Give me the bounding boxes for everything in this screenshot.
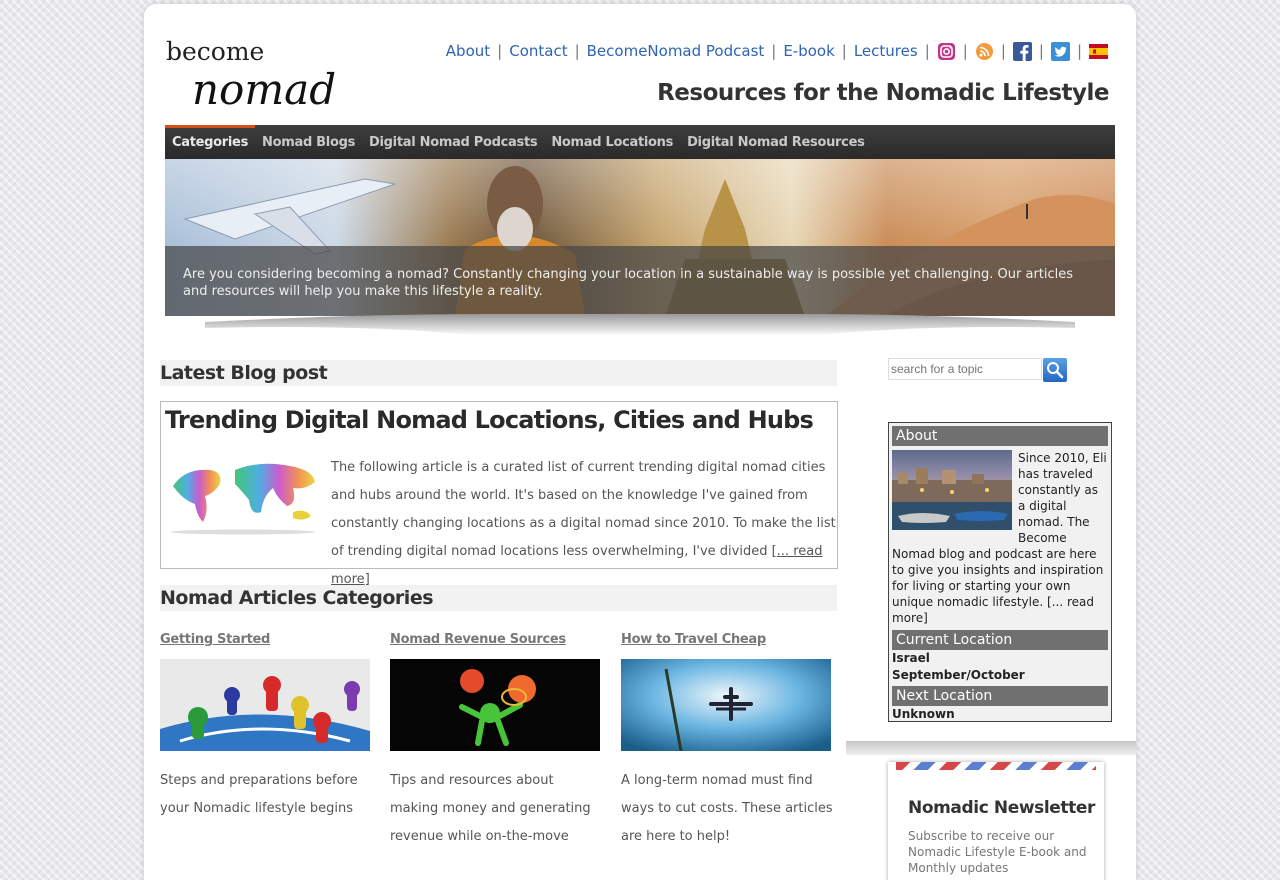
nav-separator: | (1000, 42, 1006, 60)
newsletter-title: Nomadic Newsletter (908, 798, 1095, 818)
search-input[interactable] (888, 358, 1042, 380)
newsletter-widget: Nomadic Newsletter Subscribe to receive … (888, 762, 1104, 880)
category-title-link[interactable]: How to Travel Cheap (621, 632, 833, 654)
nav-ebook-link[interactable]: E-book (783, 42, 834, 60)
sidebar-about-heading: About (892, 426, 1108, 446)
category-description: Steps and preparations before your Nomad… (160, 773, 358, 816)
current-location-place: Israel (892, 651, 930, 665)
nav-about-link[interactable]: About (446, 42, 490, 60)
menu-item-digital-nomad-resources[interactable]: Digital Nomad Resources (680, 125, 871, 159)
nav-lectures-link[interactable]: Lectures (854, 42, 918, 60)
search-button[interactable] (1043, 358, 1067, 382)
nav-separator: | (1038, 42, 1044, 60)
sidebar-current-location-heading: Current Location (892, 630, 1108, 650)
hero-banner: Are you considering becoming a nomad? Co… (165, 159, 1115, 316)
world-map-image[interactable] (165, 456, 320, 536)
nav-separator: | (841, 42, 847, 60)
nav-separator: | (574, 42, 580, 60)
nav-podcast-link[interactable]: BecomeNomad Podcast (587, 42, 765, 60)
category-thumbnail-board-game[interactable] (160, 659, 370, 751)
instagram-icon[interactable] (937, 42, 956, 61)
newsletter-text: Subscribe to receive our Nomadic Lifesty… (908, 829, 1087, 875)
category-thumbnail-airplane-sky[interactable] (621, 659, 831, 751)
nav-separator: | (771, 42, 777, 60)
nav-separator: | (924, 42, 930, 60)
latest-post-excerpt-text: The following article is a curated list … (331, 460, 836, 559)
current-location-time: September/October (892, 668, 1025, 682)
latest-post-title[interactable]: Trending Digital Nomad Locations, Cities… (165, 406, 814, 434)
banner-caption: Are you considering becoming a nomad? Co… (165, 246, 1115, 316)
category-description: Tips and resources about making money an… (390, 773, 591, 844)
nav-contact-link[interactable]: Contact (509, 42, 567, 60)
menu-item-digital-nomad-podcasts[interactable]: Digital Nomad Podcasts (362, 125, 544, 159)
sidebar-about-close: ] (923, 611, 928, 625)
menu-item-categories[interactable]: Categories (165, 125, 256, 159)
top-navigation: About | Contact | BecomeNomad Podcast | … (446, 38, 1108, 64)
search-box (888, 358, 1068, 382)
airmail-stripe (896, 762, 1096, 770)
menu-item-nomad-blogs[interactable]: Nomad Blogs (255, 125, 362, 159)
main-menu: Categories Nomad Blogs Digital Nomad Pod… (165, 125, 1115, 159)
menu-item-nomad-locations[interactable]: Nomad Locations (544, 125, 680, 159)
category-card-nomad-revenue-sources: Nomad Revenue Sources Tips and resources… (390, 632, 602, 851)
latest-post-card: Trending Digital Nomad Locations, Cities… (160, 401, 838, 587)
latest-blog-heading: Latest Blog post (160, 360, 837, 386)
categories-heading: Nomad Articles Categories (160, 585, 837, 611)
next-location-place: Unknown (892, 707, 955, 721)
logo-line-1: become (166, 37, 264, 66)
category-title-link[interactable]: Nomad Revenue Sources (390, 632, 602, 654)
category-card-how-to-travel-cheap: How to Travel Cheap A long-term nomad mu… (621, 632, 833, 851)
category-description: A long-term nomad must find ways to cut … (621, 773, 833, 844)
category-title-link[interactable]: Getting Started (160, 632, 372, 654)
author-photo[interactable] (892, 450, 1012, 530)
latest-post-excerpt: The following article is a curated list … (331, 454, 836, 594)
category-card-getting-started: Getting Started Steps and preparations b… (160, 632, 372, 823)
facebook-icon[interactable] (1012, 41, 1032, 61)
banner-shadow (205, 314, 1075, 336)
sidebar-divider (846, 741, 1136, 755)
rss-icon[interactable] (975, 42, 994, 61)
twitter-icon[interactable] (1050, 41, 1070, 61)
sidebar-about-section: Since 2010, Eli has traveled constantly … (892, 450, 1108, 625)
sidebar-info-box: About Since 2010, Eli has traveled const… (888, 422, 1112, 722)
nav-separator: | (962, 42, 968, 60)
sidebar-next-location-heading: Next Location (892, 686, 1108, 706)
site-tagline: Resources for the Nomadic Lifestyle (657, 80, 1109, 106)
site-logo[interactable]: become nomad (164, 34, 404, 114)
spanish-flag-icon[interactable] (1089, 42, 1108, 61)
page-container: become nomad About | Contact | BecomeNom… (144, 4, 1136, 880)
nav-separator: | (497, 42, 503, 60)
category-thumbnail-money-catcher[interactable] (390, 659, 600, 751)
nav-separator: | (1076, 42, 1082, 60)
search-icon (1047, 362, 1064, 379)
logo-graphic: become nomad (166, 37, 336, 114)
logo-line-2: nomad (192, 65, 336, 114)
